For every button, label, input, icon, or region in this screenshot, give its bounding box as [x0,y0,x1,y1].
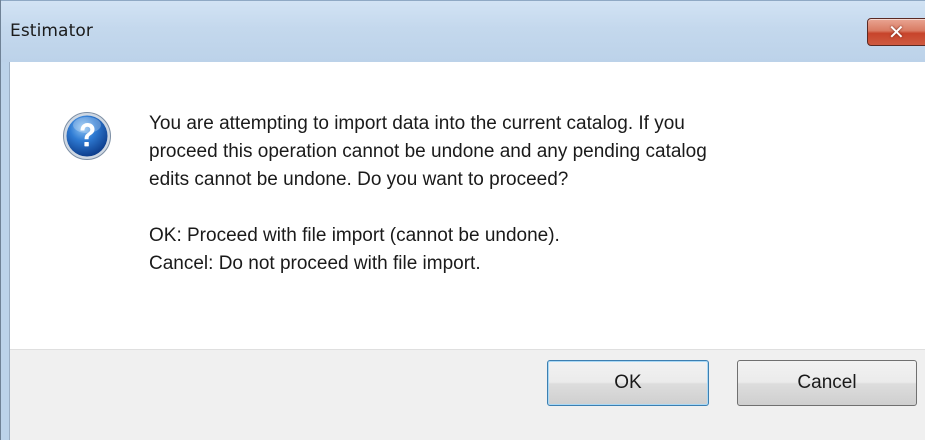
message-line: edits cannot be undone. Do you want to p… [149,169,569,190]
question-icon [63,112,111,160]
dialog-window: Estimator ✕ You are attempting to import… [0,0,925,440]
message-line: proceed this operation cannot be undone … [149,141,707,162]
close-icon: ✕ [888,20,905,44]
window-title: Estimator [10,21,93,41]
option-line: OK: Proceed with file import (cannot be … [149,225,560,246]
dialog-message: You are attempting to import data into t… [149,110,909,278]
option-line: Cancel: Do not proceed with file import. [149,253,481,274]
ok-button[interactable]: OK [547,360,709,406]
message-line: You are attempting to import data into t… [149,113,685,134]
title-bar[interactable]: Estimator ✕ [1,0,925,62]
close-button[interactable]: ✕ [867,18,925,46]
cancel-button[interactable]: Cancel [737,360,917,406]
